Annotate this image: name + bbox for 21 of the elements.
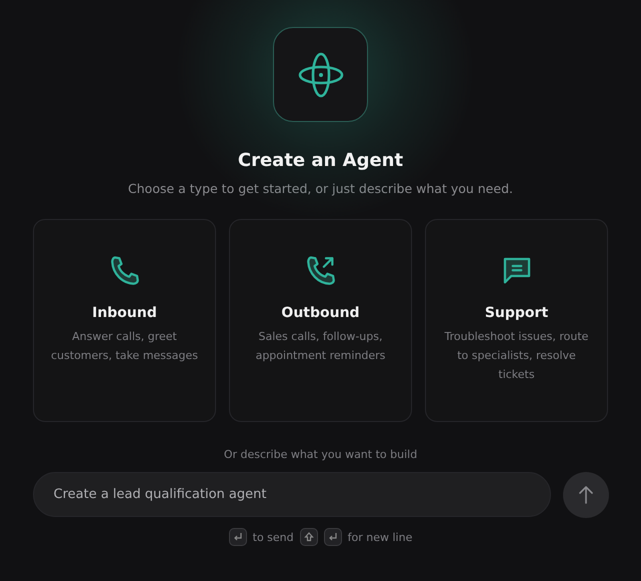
card-title: Inbound xyxy=(92,305,157,321)
hint-text: to send xyxy=(252,530,294,544)
arrow-up-icon xyxy=(578,486,594,504)
card-description: Answer calls, greet customers, take messages xyxy=(50,329,199,364)
orbit-icon xyxy=(298,52,344,98)
return-icon xyxy=(328,532,338,542)
return-icon xyxy=(232,532,243,542)
card-title: Outbound xyxy=(281,305,360,321)
hint-text: for new line xyxy=(348,530,412,544)
agent-type-card[interactable]: Outbound Sales calls, follow-ups, appointment reminders xyxy=(229,219,412,422)
describe-label: Or describe what you want to build xyxy=(224,448,418,461)
prompt-field[interactable]: Create a lead qualification agent xyxy=(32,472,550,517)
page-subtitle: Choose a type to get started, or just describe what you need. xyxy=(128,181,513,196)
card-description: Troubleshoot issues, route to specialists, resolve tickets xyxy=(444,329,590,383)
card-description: Sales calls, follow-ups, appointment reminders xyxy=(254,329,386,364)
shift-icon xyxy=(304,532,314,542)
page-title: Create an Agent xyxy=(238,150,404,171)
card-title: Support xyxy=(484,305,548,321)
send-button[interactable] xyxy=(562,472,608,518)
agent-type-card[interactable]: Inbound Answer calls, greet customers, take messages xyxy=(33,219,216,422)
agent-type-card[interactable]: Support Troubleshoot issues, route to specialists, resolve tickets xyxy=(425,219,608,422)
